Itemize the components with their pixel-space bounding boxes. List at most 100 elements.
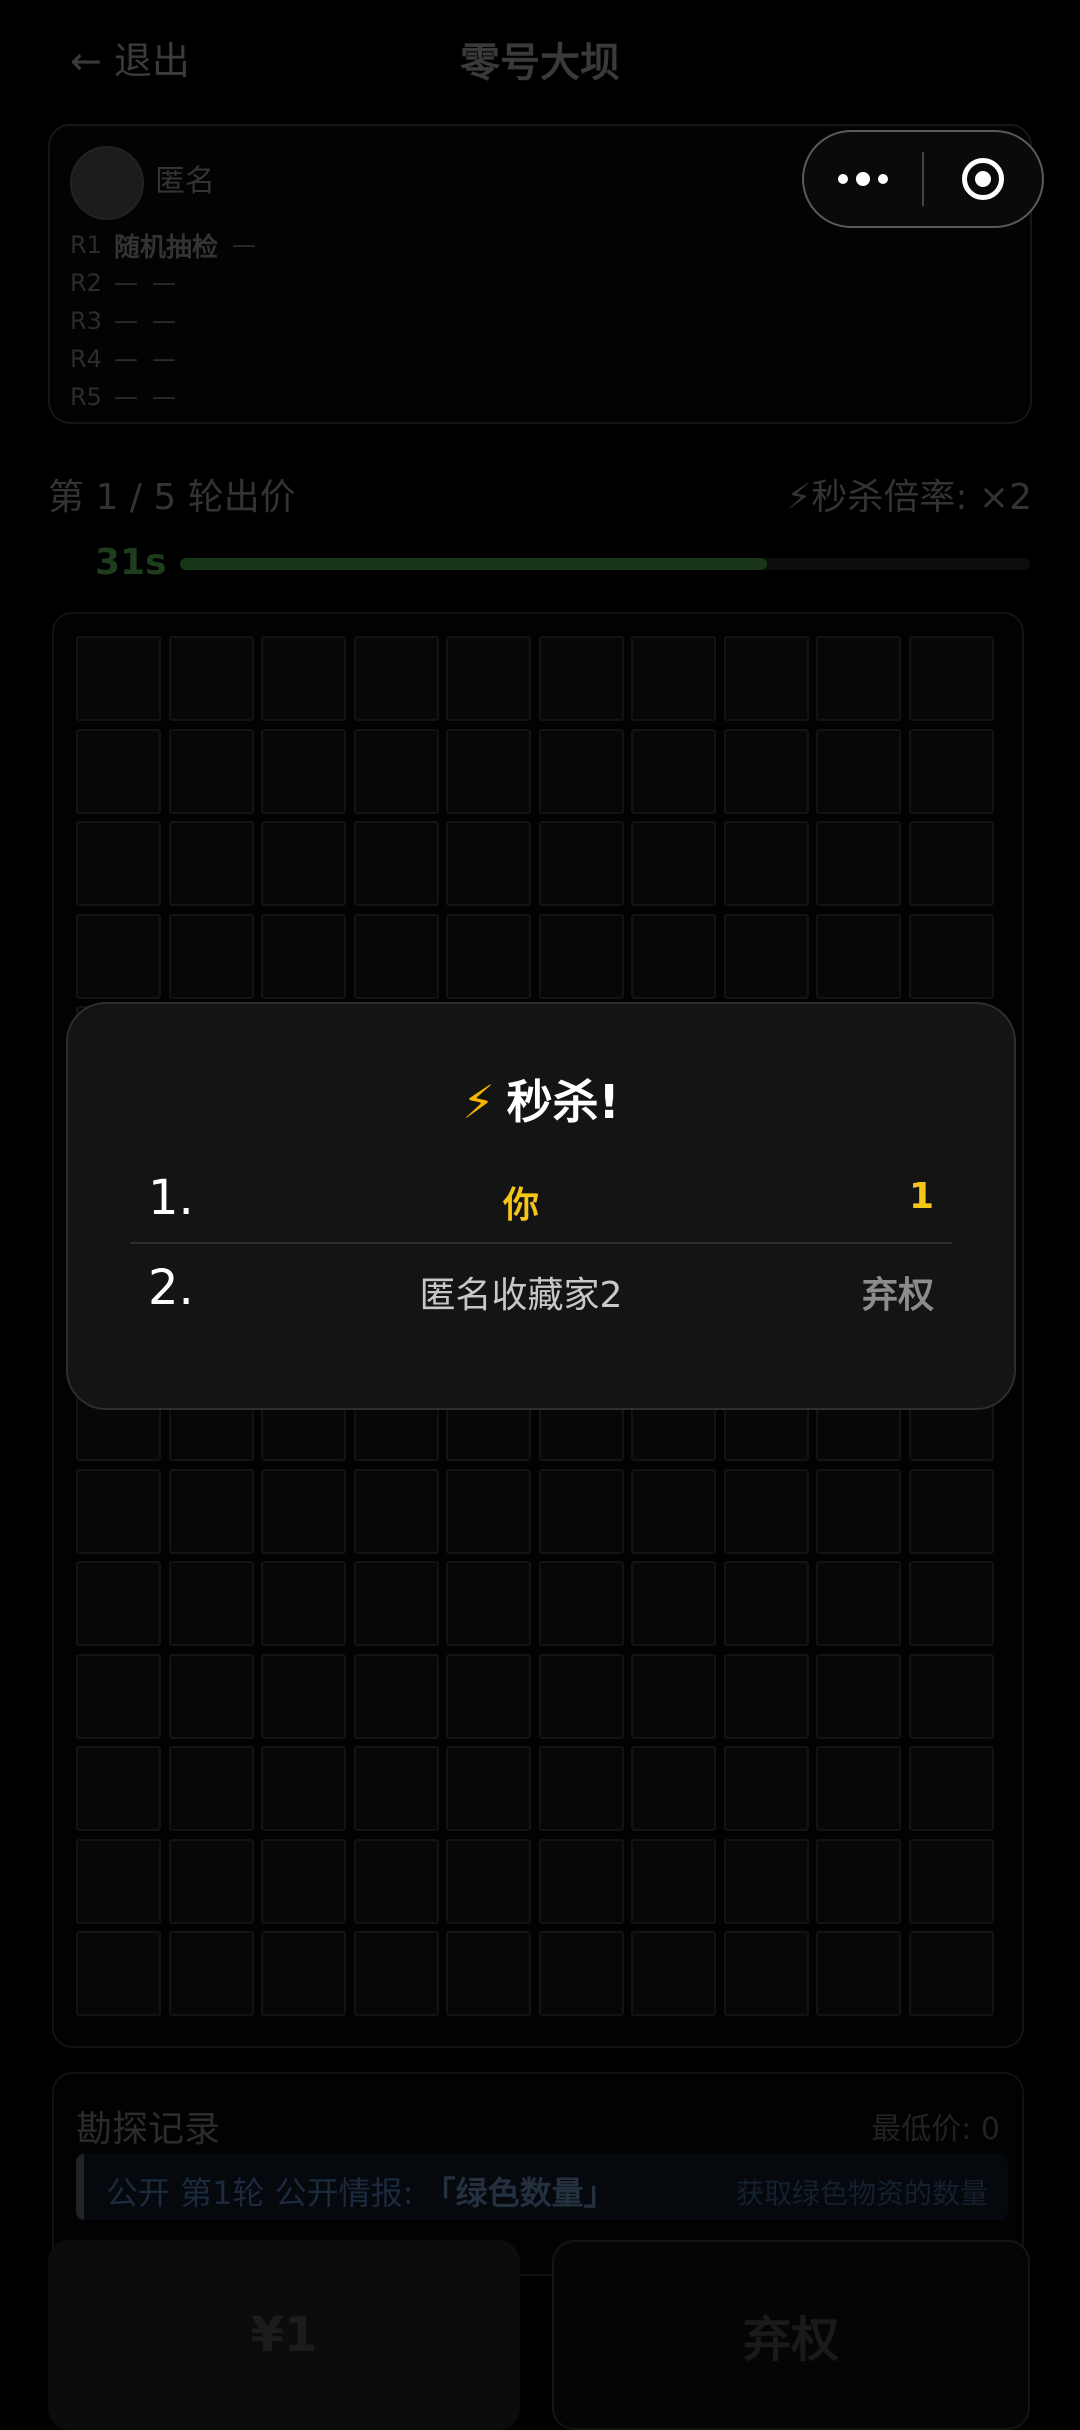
board-cell[interactable] <box>76 1838 161 1924</box>
board-cell[interactable] <box>168 1746 254 1831</box>
board-cell[interactable] <box>723 1838 809 1924</box>
board-cell[interactable] <box>631 728 716 814</box>
board-cell[interactable] <box>76 636 161 721</box>
board-cell[interactable] <box>353 913 439 999</box>
board-cell[interactable] <box>816 1561 901 1646</box>
board-cell[interactable] <box>723 1468 809 1554</box>
board-cell[interactable] <box>446 1561 531 1646</box>
board-cell[interactable] <box>353 728 439 814</box>
board-cell[interactable] <box>261 1746 346 1831</box>
board-cell[interactable] <box>538 1653 624 1739</box>
board-cell[interactable] <box>353 1746 439 1831</box>
board-cell[interactable] <box>168 1468 254 1554</box>
board-cell[interactable] <box>261 1653 346 1739</box>
board-cell[interactable] <box>168 1838 254 1924</box>
board-cell[interactable] <box>446 821 531 906</box>
board-cell[interactable] <box>76 821 161 906</box>
board-cell[interactable] <box>631 821 716 906</box>
board-cell[interactable] <box>908 821 994 906</box>
board-cell[interactable] <box>261 1468 346 1554</box>
board-cell[interactable] <box>631 913 716 999</box>
board-cell[interactable] <box>261 728 346 814</box>
board-cell[interactable] <box>168 821 254 906</box>
board-cell[interactable] <box>446 728 531 814</box>
board-cell[interactable] <box>353 1468 439 1554</box>
board-cell[interactable] <box>76 1468 161 1554</box>
board-cell[interactable] <box>446 1838 531 1924</box>
board-cell[interactable] <box>76 1746 161 1831</box>
board-cell[interactable] <box>446 1468 531 1554</box>
board-cell[interactable] <box>353 1931 439 2016</box>
board-cell[interactable] <box>723 821 809 906</box>
close-miniprogram-icon[interactable] <box>924 158 1042 200</box>
board-cell[interactable] <box>353 636 439 721</box>
board-cell[interactable] <box>168 636 254 721</box>
board-cell[interactable] <box>261 1838 346 1924</box>
board-cell[interactable] <box>816 1931 901 2016</box>
board-cell[interactable] <box>538 821 624 906</box>
bid-button[interactable]: ¥1 <box>48 2240 520 2430</box>
board-cell[interactable] <box>631 1653 716 1739</box>
board-cell[interactable] <box>168 913 254 999</box>
board-cell[interactable] <box>76 1561 161 1646</box>
board-cell[interactable] <box>168 1561 254 1646</box>
board-cell[interactable] <box>723 1746 809 1831</box>
board-cell[interactable] <box>261 913 346 999</box>
board-cell[interactable] <box>816 728 901 814</box>
board-cell[interactable] <box>816 1468 901 1554</box>
board-cell[interactable] <box>723 636 809 721</box>
board-cell[interactable] <box>816 913 901 999</box>
board-cell[interactable] <box>538 1468 624 1554</box>
board-cell[interactable] <box>538 1838 624 1924</box>
board-cell[interactable] <box>261 636 346 721</box>
board-cell[interactable] <box>908 1931 994 2016</box>
board-cell[interactable] <box>631 1931 716 2016</box>
board-cell[interactable] <box>908 1746 994 1831</box>
board-cell[interactable] <box>816 821 901 906</box>
board-cell[interactable] <box>261 1561 346 1646</box>
board-cell[interactable] <box>723 728 809 814</box>
board-cell[interactable] <box>631 1561 716 1646</box>
board-cell[interactable] <box>908 1468 994 1554</box>
board-cell[interactable] <box>908 913 994 999</box>
board-cell[interactable] <box>631 1838 716 1924</box>
board-cell[interactable] <box>446 636 531 721</box>
board-cell[interactable] <box>353 1561 439 1646</box>
board-cell[interactable] <box>76 913 161 999</box>
board-cell[interactable] <box>816 1746 901 1831</box>
board-cell[interactable] <box>538 1931 624 2016</box>
board-cell[interactable] <box>816 1838 901 1924</box>
board-cell[interactable] <box>446 1931 531 2016</box>
board-cell[interactable] <box>631 1746 716 1831</box>
board-cell[interactable] <box>723 1653 809 1739</box>
board-cell[interactable] <box>908 728 994 814</box>
board-cell[interactable] <box>816 1653 901 1739</box>
board-cell[interactable] <box>446 913 531 999</box>
board-cell[interactable] <box>538 913 624 999</box>
board-cell[interactable] <box>168 1931 254 2016</box>
board-cell[interactable] <box>723 1561 809 1646</box>
board-cell[interactable] <box>446 1653 531 1739</box>
board-cell[interactable] <box>538 636 624 721</box>
board-cell[interactable] <box>353 821 439 906</box>
board-cell[interactable] <box>353 1838 439 1924</box>
board-cell[interactable] <box>76 728 161 814</box>
board-cell[interactable] <box>261 1931 346 2016</box>
board-cell[interactable] <box>538 1561 624 1646</box>
board-cell[interactable] <box>446 1746 531 1831</box>
board-cell[interactable] <box>908 1838 994 1924</box>
board-cell[interactable] <box>908 1561 994 1646</box>
board-cell[interactable] <box>631 1468 716 1554</box>
board-cell[interactable] <box>76 1931 161 2016</box>
board-cell[interactable] <box>168 728 254 814</box>
board-cell[interactable] <box>908 636 994 721</box>
board-cell[interactable] <box>538 1746 624 1831</box>
board-cell[interactable] <box>353 1653 439 1739</box>
board-cell[interactable] <box>631 636 716 721</box>
board-cell[interactable] <box>261 821 346 906</box>
pass-button[interactable]: 弃权 <box>552 2240 1030 2430</box>
board-cell[interactable] <box>76 1653 161 1739</box>
board-cell[interactable] <box>538 728 624 814</box>
board-cell[interactable] <box>908 1653 994 1739</box>
board-cell[interactable] <box>816 636 901 721</box>
